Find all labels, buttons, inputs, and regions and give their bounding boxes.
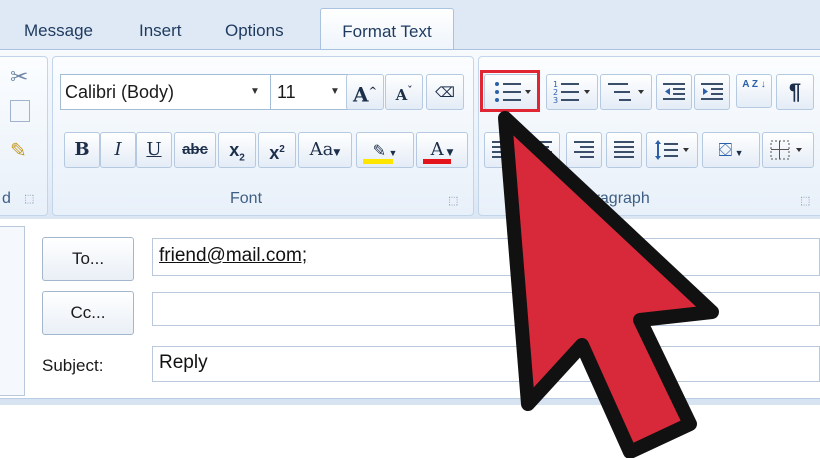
send-button-edge[interactable] <box>0 226 25 396</box>
clear-formatting-icon[interactable]: ⌫ <box>426 74 464 110</box>
copy-icon[interactable] <box>10 100 30 122</box>
font-launcher-icon[interactable]: ⬚ <box>448 194 458 207</box>
tab-message[interactable]: Message <box>24 12 93 50</box>
cc-button[interactable]: Cc... <box>42 291 134 335</box>
highlight-color-bar <box>363 159 393 164</box>
font-color-label: A <box>430 139 444 160</box>
sort-button[interactable]: A Z ↓ <box>736 74 772 108</box>
tab-insert[interactable]: Insert <box>139 12 182 50</box>
align-center-button[interactable] <box>524 132 560 168</box>
grow-font-label: A <box>353 82 369 107</box>
multilevel-list-button[interactable] <box>600 74 652 110</box>
subject-label: Subject: <box>42 356 104 375</box>
tab-options[interactable]: Options <box>225 12 284 50</box>
align-left-icon <box>492 141 512 158</box>
align-center-icon <box>532 141 552 158</box>
font-group-label: Font <box>230 190 263 207</box>
shrink-font-button[interactable]: Aˇ <box>385 74 423 110</box>
show-marks-button[interactable]: ¶ <box>776 74 814 110</box>
change-case-button[interactable]: Aa▼ <box>298 132 352 168</box>
font-name-dropdown-icon[interactable]: ▼ <box>250 86 260 97</box>
numbering-icon: 1 2 3 <box>553 80 590 105</box>
italic-button[interactable]: I <box>100 132 136 168</box>
font-name-combo[interactable]: Calibri (Body) <box>60 74 274 110</box>
cut-icon[interactable]: ✂ <box>10 64 28 90</box>
subject-field[interactable]: Reply <box>152 346 820 382</box>
line-spacing-button[interactable] <box>646 132 698 168</box>
subscript-button[interactable]: x2 <box>218 132 256 168</box>
align-left-button[interactable] <box>484 132 520 168</box>
subscript-label: x <box>229 140 240 160</box>
underline-button[interactable]: U <box>136 132 172 168</box>
borders-icon <box>770 140 802 160</box>
increase-indent-button[interactable] <box>694 74 730 110</box>
cc-field[interactable] <box>152 292 820 326</box>
to-recipient[interactable]: friend@mail.com; <box>159 245 307 266</box>
font-color-bar <box>423 159 451 164</box>
to-field[interactable]: friend@mail.com; <box>152 238 820 276</box>
message-header-divider <box>0 398 820 405</box>
to-button[interactable]: To... <box>42 237 134 281</box>
borders-button[interactable] <box>762 132 814 168</box>
strikethrough-button[interactable]: abc <box>174 132 216 168</box>
increase-indent-icon <box>701 83 723 100</box>
decrease-indent-button[interactable] <box>656 74 692 110</box>
clipboard-launcher-icon[interactable]: ⬚ <box>24 192 34 205</box>
font-name-value: Calibri (Body) <box>65 82 175 102</box>
font-size-dropdown-icon[interactable]: ▼ <box>330 86 340 97</box>
line-spacing-icon <box>655 140 689 160</box>
shading-button[interactable]: ⛋ ▼ <box>702 132 760 168</box>
svg-text:3: 3 <box>553 96 558 105</box>
highlighter-icon: ✎ <box>372 143 386 160</box>
numbering-button[interactable]: 1 2 3 <box>546 74 598 110</box>
format-painter-icon[interactable]: ✎ <box>10 138 27 163</box>
paragraph-group-label: Paragraph <box>575 190 650 207</box>
sort-label: A Z <box>742 79 758 90</box>
decrease-indent-icon <box>663 83 685 100</box>
bullets-highlight-box <box>480 70 540 112</box>
bold-button[interactable]: B <box>64 132 100 168</box>
subject-value: Reply <box>159 352 208 373</box>
tab-format-text[interactable]: Format Text <box>320 8 454 51</box>
superscript-button[interactable]: x2 <box>258 132 296 168</box>
font-color-button[interactable]: A ▼ <box>416 132 468 168</box>
change-case-label: Aa <box>309 139 334 160</box>
text-highlight-button[interactable]: ✎ ▼ <box>356 132 414 168</box>
paragraph-launcher-icon[interactable]: ⬚ <box>800 194 810 207</box>
clipboard-group-label: d <box>2 190 11 207</box>
grow-font-button[interactable]: A^ <box>346 74 384 110</box>
align-right-button[interactable] <box>566 132 602 168</box>
shrink-font-label: A <box>395 86 408 104</box>
multilevel-list-icon <box>608 83 644 101</box>
align-right-icon <box>574 141 594 158</box>
font-size-value: 11 <box>277 82 296 102</box>
justify-button[interactable] <box>606 132 642 168</box>
justify-icon <box>614 141 634 158</box>
paint-bucket-icon: ⛋ <box>718 140 733 160</box>
superscript-label: x <box>269 143 280 163</box>
